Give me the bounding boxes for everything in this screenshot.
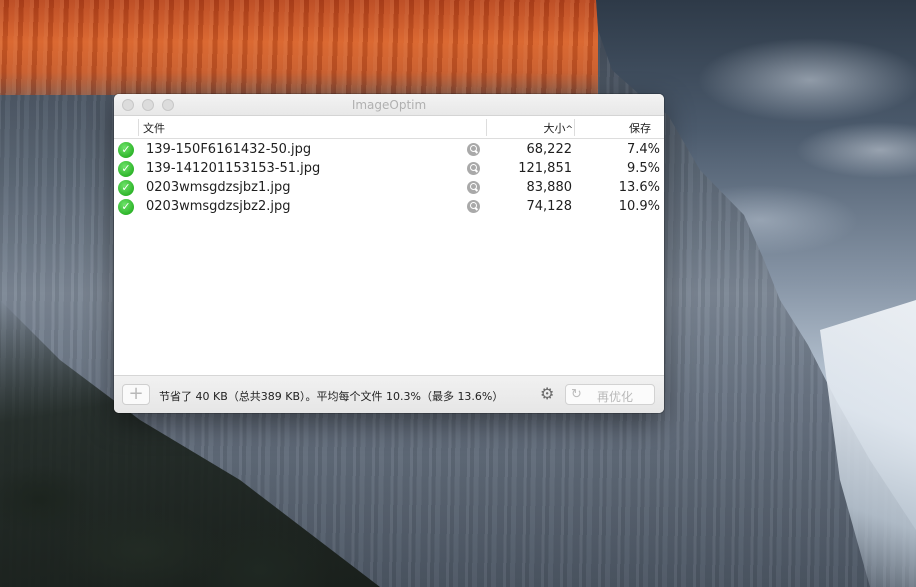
column-divider bbox=[574, 119, 575, 136]
magnify-icon[interactable] bbox=[467, 143, 480, 156]
add-files-button[interactable]: + bbox=[122, 384, 150, 405]
column-divider bbox=[138, 119, 139, 136]
file-size: 74,128 bbox=[526, 199, 573, 214]
file-size: 83,880 bbox=[526, 180, 573, 195]
file-name: 139-150F6161432-50.jpg bbox=[146, 142, 312, 157]
magnify-icon[interactable] bbox=[467, 181, 480, 194]
file-name: 0203wmsgdzsjbz2.jpg bbox=[146, 199, 291, 214]
table-row[interactable]: ✓ 139-141201153153-51.jpg 121,851 9.5% bbox=[114, 159, 664, 178]
column-header-file[interactable]: 文件 bbox=[143, 120, 165, 136]
column-divider bbox=[486, 119, 487, 136]
column-header-size[interactable]: 大小^ bbox=[543, 120, 573, 136]
table-row[interactable]: ✓ 139-150F6161432-50.jpg 68,222 7.4% bbox=[114, 140, 664, 159]
imageoptim-window: ImageOptim 文件 大小^ 保存 ✓ 139-150F6161432-5… bbox=[114, 94, 664, 413]
column-header-saved[interactable]: 保存 bbox=[629, 120, 651, 136]
gear-icon[interactable]: ⚙ bbox=[540, 386, 554, 402]
window-title: ImageOptim bbox=[351, 98, 427, 112]
file-saved-percent: 9.5% bbox=[626, 161, 660, 176]
file-saved-percent: 13.6% bbox=[618, 180, 660, 195]
file-name: 139-141201153153-51.jpg bbox=[146, 161, 321, 176]
file-list: ✓ 139-150F6161432-50.jpg 68,222 7.4% ✓ 1… bbox=[114, 140, 664, 216]
check-icon: ✓ bbox=[118, 142, 134, 158]
check-icon: ✓ bbox=[118, 180, 134, 196]
savings-summary: 节省了 40 KB（总共389 KB）。平均每个文件 10.3%（最多 13.6… bbox=[159, 390, 504, 403]
file-name: 0203wmsgdzsjbz1.jpg bbox=[146, 180, 291, 195]
title-bar[interactable]: ImageOptim bbox=[114, 94, 664, 116]
table-header: 文件 大小^ 保存 bbox=[114, 116, 664, 139]
magnify-icon[interactable] bbox=[467, 200, 480, 213]
sort-ascending-icon: ^ bbox=[565, 125, 573, 135]
table-row[interactable]: ✓ 0203wmsgdzsjbz1.jpg 83,880 13.6% bbox=[114, 178, 664, 197]
refresh-icon: ↻ bbox=[571, 387, 582, 402]
plus-icon: + bbox=[128, 383, 144, 404]
status-bar: + 节省了 40 KB（总共389 KB）。平均每个文件 10.3%（最多 13… bbox=[114, 375, 664, 413]
check-icon: ✓ bbox=[118, 161, 134, 177]
magnify-icon[interactable] bbox=[467, 162, 480, 175]
table-row[interactable]: ✓ 0203wmsgdzsjbz2.jpg 74,128 10.9% bbox=[114, 197, 664, 216]
column-header-size-label: 大小 bbox=[543, 122, 566, 135]
file-saved-percent: 10.9% bbox=[618, 199, 660, 214]
reoptimize-label: 再优化 bbox=[597, 390, 634, 404]
reoptimize-button[interactable]: ↻ 再优化 bbox=[565, 384, 655, 405]
file-saved-percent: 7.4% bbox=[626, 142, 660, 157]
check-icon: ✓ bbox=[118, 199, 134, 215]
file-size: 121,851 bbox=[518, 161, 572, 176]
file-size: 68,222 bbox=[526, 142, 573, 157]
